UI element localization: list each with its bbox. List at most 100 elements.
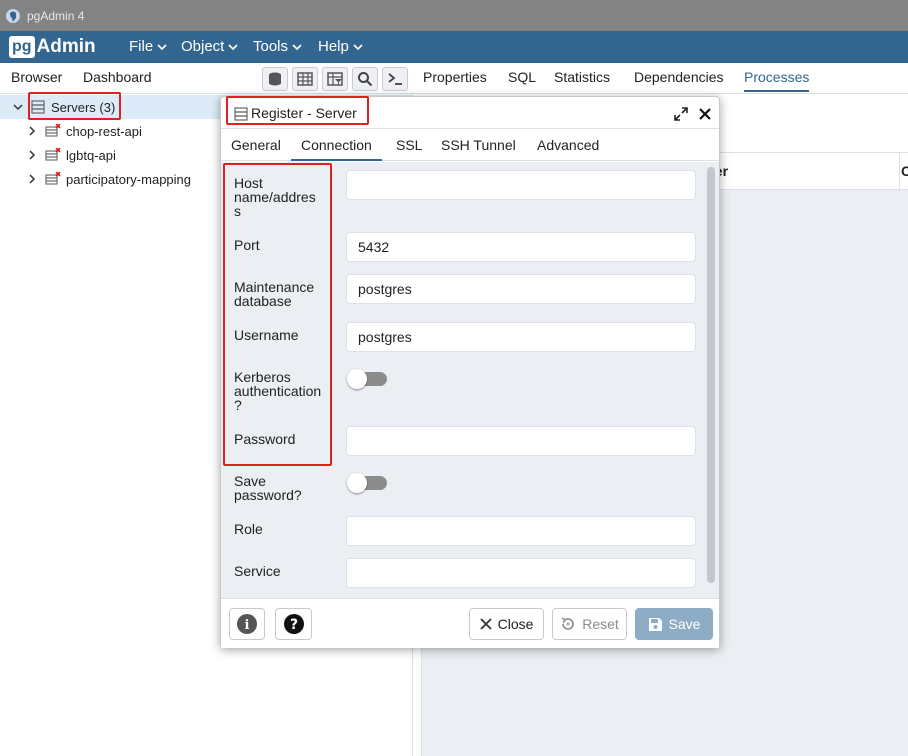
tab-sql[interactable]: SQL bbox=[508, 69, 536, 85]
server-disconnected-icon bbox=[45, 124, 61, 137]
psql-tool-button[interactable] bbox=[382, 67, 408, 91]
help-glyph: ? bbox=[289, 617, 297, 633]
chevron-down-icon bbox=[157, 43, 167, 50]
menubar: pg Admin File Object Tools Help bbox=[0, 31, 908, 63]
save-button-label: Save bbox=[668, 616, 701, 632]
role-label: Role bbox=[234, 521, 263, 537]
close-button-label: Close bbox=[497, 616, 534, 632]
pgadmin-elephant-icon bbox=[5, 8, 21, 27]
dialog-footer: i ? Close Reset Save bbox=[221, 598, 719, 648]
server-group-icon bbox=[234, 107, 248, 121]
register-server-dialog: Register - Server General Connection SSL… bbox=[220, 96, 720, 648]
menu-help[interactable]: Help bbox=[318, 38, 363, 55]
menu-help-label: Help bbox=[318, 38, 349, 55]
tree-item-label: participatory-mapping bbox=[66, 171, 192, 187]
chevron-right-icon[interactable] bbox=[27, 150, 37, 160]
filter-table-icon bbox=[327, 72, 343, 86]
chevron-down-icon bbox=[353, 43, 363, 50]
tab-ssl[interactable]: SSL bbox=[396, 137, 422, 153]
pgadmin-logo: pg Admin bbox=[9, 35, 96, 59]
server-disconnected-icon bbox=[45, 172, 61, 185]
query-tool-button[interactable] bbox=[262, 67, 288, 91]
kerberos-toggle[interactable] bbox=[347, 369, 387, 389]
close-icon bbox=[479, 618, 492, 630]
maximize-icon[interactable] bbox=[674, 107, 688, 121]
dialog-title: Register - Server bbox=[251, 105, 357, 121]
toggle-knob bbox=[347, 369, 367, 389]
help-icon: ? bbox=[283, 614, 304, 634]
info-icon: i bbox=[237, 614, 257, 634]
logo-pg-text: pg bbox=[9, 36, 35, 58]
chevron-right-icon[interactable] bbox=[27, 174, 37, 184]
filtered-rows-button[interactable] bbox=[322, 67, 348, 91]
search-objects-button[interactable] bbox=[352, 67, 378, 91]
tree-servers-label: Servers (3) bbox=[51, 99, 116, 115]
scrollbar-thumb[interactable] bbox=[707, 167, 715, 583]
tab-dashboard[interactable]: Dashboard bbox=[83, 69, 152, 85]
logo-admin-text: Admin bbox=[36, 36, 96, 57]
tab-ssh-tunnel[interactable]: SSH Tunnel bbox=[441, 137, 516, 153]
menu-tools-label: Tools bbox=[253, 38, 289, 55]
chevron-down-icon bbox=[228, 43, 238, 50]
tree-item-server[interactable]: lgbtq-api bbox=[0, 143, 116, 167]
username-input[interactable] bbox=[346, 322, 696, 352]
tree-item-server[interactable]: participatory-mapping bbox=[0, 167, 191, 191]
connection-form: Host name/address Port Maintenance datab… bbox=[221, 162, 719, 598]
host-label: Host name/address bbox=[234, 175, 316, 219]
tab-processes[interactable]: Processes bbox=[744, 69, 810, 92]
username-label: Username bbox=[234, 327, 299, 343]
maintenance-db-input[interactable] bbox=[346, 274, 696, 304]
tree-item-server[interactable]: chop-rest-api bbox=[0, 119, 142, 143]
tab-dependencies[interactable]: Dependencies bbox=[634, 69, 724, 85]
server-disconnected-icon bbox=[45, 148, 61, 161]
port-input[interactable] bbox=[346, 232, 696, 262]
server-group-icon bbox=[31, 100, 45, 114]
tab-browser[interactable]: Browser bbox=[11, 69, 62, 85]
reset-icon bbox=[561, 617, 574, 630]
chevron-down-icon bbox=[292, 43, 302, 50]
tab-general[interactable]: General bbox=[231, 137, 281, 153]
save-button[interactable]: Save bbox=[635, 608, 713, 640]
save-password-toggle[interactable] bbox=[347, 473, 387, 493]
search-icon bbox=[358, 72, 373, 87]
role-input[interactable] bbox=[346, 516, 696, 546]
form-scrollbar[interactable] bbox=[707, 167, 715, 583]
password-input[interactable] bbox=[346, 426, 696, 456]
reset-button-label: Reset bbox=[582, 616, 619, 632]
database-icon bbox=[269, 72, 281, 86]
info-glyph: i bbox=[245, 618, 250, 633]
menu-file[interactable]: File bbox=[129, 38, 167, 55]
view-data-button[interactable] bbox=[292, 67, 318, 91]
kerberos-label: Kerberos authentication? bbox=[234, 369, 322, 413]
table-icon bbox=[297, 72, 313, 86]
chevron-down-icon[interactable] bbox=[13, 102, 23, 112]
close-button[interactable]: Close bbox=[469, 608, 544, 640]
port-label: Port bbox=[234, 237, 260, 253]
menu-object-label: Object bbox=[181, 38, 225, 55]
menu-tools[interactable]: Tools bbox=[253, 38, 302, 55]
floppy-disk-icon bbox=[648, 617, 662, 631]
reset-button[interactable]: Reset bbox=[552, 608, 627, 640]
window-title: pgAdmin 4 bbox=[27, 9, 85, 23]
column-divider bbox=[899, 153, 900, 191]
tree-item-label: chop-rest-api bbox=[66, 123, 142, 139]
password-label: Password bbox=[234, 431, 296, 447]
save-password-label: Save password? bbox=[234, 473, 302, 503]
tab-properties[interactable]: Properties bbox=[423, 69, 487, 85]
service-input[interactable] bbox=[346, 558, 696, 588]
tree-item-label: lgbtq-api bbox=[66, 147, 116, 163]
help-button[interactable]: ? bbox=[275, 608, 312, 640]
chevron-right-icon[interactable] bbox=[27, 126, 37, 136]
dialog-header[interactable]: Register - Server bbox=[221, 97, 719, 129]
menu-object[interactable]: Object bbox=[181, 38, 238, 55]
tab-advanced[interactable]: Advanced bbox=[537, 137, 599, 153]
tab-connection[interactable]: Connection bbox=[291, 137, 382, 161]
toggle-knob bbox=[347, 473, 367, 493]
service-label: Service bbox=[234, 563, 281, 579]
host-input[interactable] bbox=[346, 170, 696, 200]
tab-statistics[interactable]: Statistics bbox=[554, 69, 610, 85]
window-titlebar: pgAdmin 4 bbox=[0, 0, 908, 31]
info-button[interactable]: i bbox=[229, 608, 265, 640]
close-icon[interactable] bbox=[699, 108, 711, 120]
column-header-next[interactable]: C bbox=[901, 163, 908, 179]
